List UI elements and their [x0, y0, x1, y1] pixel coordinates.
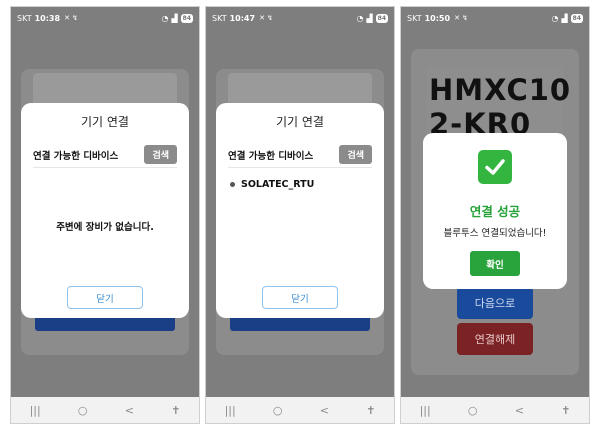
available-devices-label: 연결 가능한 디바이스 — [228, 150, 314, 162]
confirm-button[interactable]: 확인 — [470, 251, 520, 276]
signal-icon: ▟ — [561, 13, 568, 23]
divider — [228, 167, 372, 168]
clock: 10:47 — [229, 13, 256, 23]
signal-icon: ▟ — [366, 13, 373, 23]
bullet-icon — [230, 182, 235, 187]
dialog-title: 기기 연결 — [276, 115, 324, 129]
close-button[interactable]: 닫기 — [262, 286, 338, 309]
back-icon[interactable]: < — [320, 404, 329, 417]
nav-bar: ||| ○ < ✝ — [11, 397, 199, 423]
model-name: HMXC10 2-KR0 — [429, 73, 579, 141]
device-connect-dialog: 기기 연결 연결 가능한 디바이스 검색 SOLATEC_RTU 닫기 — [216, 103, 384, 318]
signal-icon: ▟ — [171, 13, 178, 23]
phone-screen-3: SKT 10:50 ✕ ↯ ◔ ▟ 84 HMXC10 2-KR0 다음으로 연… — [400, 6, 590, 424]
connection-success-dialog: 연결 성공 블루투스 연결되었습니다! 확인 — [423, 133, 567, 289]
clock: 10:50 — [424, 13, 451, 23]
recents-icon[interactable]: ||| — [30, 404, 41, 417]
nav-bar: ||| ○ < ✝ — [206, 397, 394, 423]
accessibility-icon[interactable]: ✝ — [561, 404, 570, 417]
no-devices-message: 주변에 장비가 없습니다. — [56, 222, 154, 233]
carrier-label: SKT — [212, 13, 227, 23]
battery-icon: 84 — [375, 13, 388, 23]
wifi-icon: ◔ — [161, 13, 169, 23]
phone-screen-1: SKT 10:38 ✕ ↯ ◔ ▟ 84 기기 연결 연결 가능한 디바이스 검… — [10, 6, 200, 424]
available-devices-row: 연결 가능한 디바이스 검색 — [33, 145, 177, 164]
carrier-label: SKT — [407, 13, 422, 23]
next-button[interactable]: 다음으로 — [457, 287, 533, 319]
back-icon[interactable]: < — [515, 404, 524, 417]
device-name: SOLATEC_RTU — [241, 179, 315, 190]
battery-icon: 84 — [180, 13, 193, 23]
battery-icon: 84 — [570, 13, 583, 23]
wifi-icon: ◔ — [551, 13, 559, 23]
check-mark-icon — [478, 150, 512, 184]
home-icon[interactable]: ○ — [273, 404, 283, 417]
status-bar: SKT 10:38 ✕ ↯ ◔ ▟ 84 — [11, 7, 199, 29]
recents-icon[interactable]: ||| — [420, 404, 431, 417]
device-list-item[interactable]: SOLATEC_RTU — [230, 179, 314, 190]
status-bar: SKT 10:50 ✕ ↯ ◔ ▟ 84 — [401, 7, 589, 29]
close-button[interactable]: 닫기 — [67, 286, 143, 309]
dialog-title: 기기 연결 — [81, 115, 129, 129]
success-message: 블루투스 연결되었습니다! — [443, 228, 547, 239]
disconnect-button[interactable]: 연결해제 — [457, 323, 533, 355]
carrier-label: SKT — [17, 13, 32, 23]
recents-icon[interactable]: ||| — [225, 404, 236, 417]
accessibility-icon[interactable]: ✝ — [171, 404, 180, 417]
accessibility-icon[interactable]: ✝ — [366, 404, 375, 417]
search-button[interactable]: 검색 — [339, 145, 372, 164]
available-devices-label: 연결 가능한 디바이스 — [33, 150, 119, 162]
home-icon[interactable]: ○ — [78, 404, 88, 417]
search-button[interactable]: 검색 — [144, 145, 177, 164]
clock: 10:38 — [34, 13, 61, 23]
back-icon[interactable]: < — [125, 404, 134, 417]
wifi-icon: ◔ — [356, 13, 364, 23]
success-title: 연결 성공 — [469, 204, 521, 219]
home-icon[interactable]: ○ — [468, 404, 478, 417]
phone-screen-2: SKT 10:47 ✕ ↯ ◔ ▟ 84 기기 연결 연결 가능한 디바이스 검… — [205, 6, 395, 424]
notification-icons: ✕ ↯ — [64, 14, 79, 22]
device-connect-dialog: 기기 연결 연결 가능한 디바이스 검색 주변에 장비가 없습니다. 닫기 — [21, 103, 189, 318]
status-bar: SKT 10:47 ✕ ↯ ◔ ▟ 84 — [206, 7, 394, 29]
available-devices-row: 연결 가능한 디바이스 검색 — [228, 145, 372, 164]
model-line-1: HMXC10 — [429, 73, 572, 107]
notification-icons: ✕ ↯ — [454, 14, 469, 22]
divider — [33, 167, 177, 168]
notification-icons: ✕ ↯ — [259, 14, 274, 22]
nav-bar: ||| ○ < ✝ — [401, 397, 589, 423]
